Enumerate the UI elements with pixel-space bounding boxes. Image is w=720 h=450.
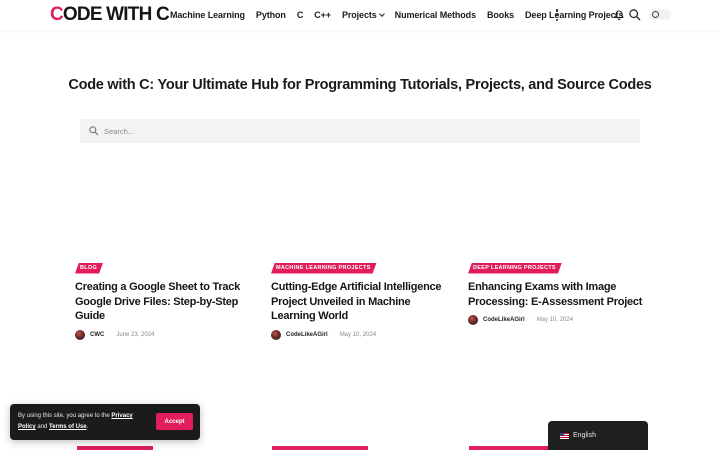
meta-separator: · bbox=[332, 331, 335, 338]
nav-books[interactable]: Books bbox=[487, 10, 514, 20]
post-author[interactable]: CodeLikeAGirl bbox=[483, 317, 525, 323]
nav-deep-learning-projects[interactable]: Deep Learning Projects bbox=[525, 10, 623, 20]
nav-python[interactable]: Python bbox=[256, 10, 286, 20]
nav-c[interactable]: C bbox=[296, 10, 304, 20]
language-selector[interactable]: English bbox=[548, 421, 648, 450]
search-icon[interactable] bbox=[628, 8, 641, 21]
post-author[interactable]: CWC bbox=[90, 332, 104, 338]
nav-label: C bbox=[296, 10, 304, 20]
category-badge[interactable]: DEEP LEARNING PROJECTS bbox=[468, 263, 562, 274]
post-card: DEEP LEARNING PROJECTS Enhancing Exams w… bbox=[468, 256, 653, 325]
category-badge-partial[interactable] bbox=[77, 446, 153, 450]
nav-projects[interactable]: Projects bbox=[341, 10, 385, 20]
nav-label: Python bbox=[255, 10, 286, 20]
chevron-down-icon bbox=[378, 11, 385, 17]
post-title[interactable]: Cutting-Edge Artificial Intelligence Pro… bbox=[271, 280, 456, 324]
category-badge[interactable]: MACHINE LEARNING PROJECTS bbox=[271, 263, 377, 274]
nav-numerical-methods[interactable]: Numerical Methods bbox=[395, 10, 476, 20]
dark-mode-toggle[interactable] bbox=[649, 9, 671, 20]
nav-label: Deep Learning Projects bbox=[525, 10, 624, 20]
category-badge-partial[interactable] bbox=[272, 446, 368, 450]
avatar[interactable] bbox=[468, 315, 478, 325]
search-bar bbox=[80, 119, 640, 143]
cookie-text-part: By using this site, you agree to the bbox=[18, 413, 112, 419]
nav-label: Machine Learning bbox=[170, 10, 245, 20]
nav-label: Projects bbox=[341, 10, 377, 20]
post-date: May 10, 2024 bbox=[339, 331, 377, 338]
sun-icon bbox=[652, 11, 659, 18]
bell-icon[interactable] bbox=[613, 8, 625, 21]
post-date: May 10, 2024 bbox=[536, 317, 574, 323]
accept-button[interactable]: Accept bbox=[156, 413, 193, 430]
post-date: June 23, 2024 bbox=[116, 331, 155, 338]
post-card: BLOG Creating a Google Sheet to Track Go… bbox=[75, 256, 260, 340]
meta-separator: · bbox=[529, 317, 532, 323]
post-meta: CWC · June 23, 2024 bbox=[75, 329, 260, 340]
post-title[interactable]: Enhancing Exams with Image Processing: E… bbox=[468, 280, 653, 309]
cookie-consent-popup: By using this site, you agree to the Pri… bbox=[10, 404, 200, 440]
search-icon bbox=[89, 126, 99, 136]
post-meta: CodeLikeAGirl · May 10, 2024 bbox=[271, 329, 456, 340]
nav-cpp[interactable]: C++ bbox=[314, 10, 331, 20]
avatar[interactable] bbox=[271, 329, 281, 340]
post-card: MACHINE LEARNING PROJECTS Cutting-Edge A… bbox=[271, 256, 456, 340]
category-badge-partial[interactable] bbox=[469, 446, 549, 450]
terms-of-use-link[interactable]: Terms of Use bbox=[49, 424, 87, 430]
main-nav: Machine Learning Python C C++ Projects N… bbox=[170, 0, 634, 30]
cookie-text: By using this site, you agree to the Pri… bbox=[18, 411, 148, 433]
post-author[interactable]: CodeLikeAGirl bbox=[286, 332, 328, 338]
post-meta: CodeLikeAGirl · May 10, 2024 bbox=[468, 315, 653, 325]
nav-label: Numerical Methods bbox=[394, 10, 476, 20]
post-title[interactable]: Creating a Google Sheet to Track Google … bbox=[75, 280, 260, 324]
nav-label: Books bbox=[487, 10, 515, 20]
logo-text: ODE WITH C bbox=[62, 4, 170, 25]
language-label: English bbox=[573, 432, 596, 439]
avatar[interactable] bbox=[75, 329, 85, 340]
site-header: CODE WITH C Machine Learning Python C C+… bbox=[0, 0, 720, 30]
nav-label: C++ bbox=[314, 10, 331, 20]
nav-machine-learning[interactable]: Machine Learning bbox=[170, 10, 245, 20]
logo-letter: C bbox=[50, 4, 64, 25]
category-badge[interactable]: BLOG bbox=[75, 263, 103, 274]
cookie-text-part: . bbox=[86, 424, 89, 430]
page-title: Code with C: Your Ultimate Hub for Progr… bbox=[68, 77, 652, 93]
search-input[interactable] bbox=[104, 119, 624, 143]
us-flag-icon bbox=[560, 432, 569, 439]
site-logo[interactable]: CODE WITH C bbox=[50, 4, 170, 26]
cookie-text-part: and bbox=[35, 424, 50, 430]
more-vertical-icon[interactable] bbox=[555, 9, 559, 21]
meta-separator: · bbox=[109, 331, 112, 338]
